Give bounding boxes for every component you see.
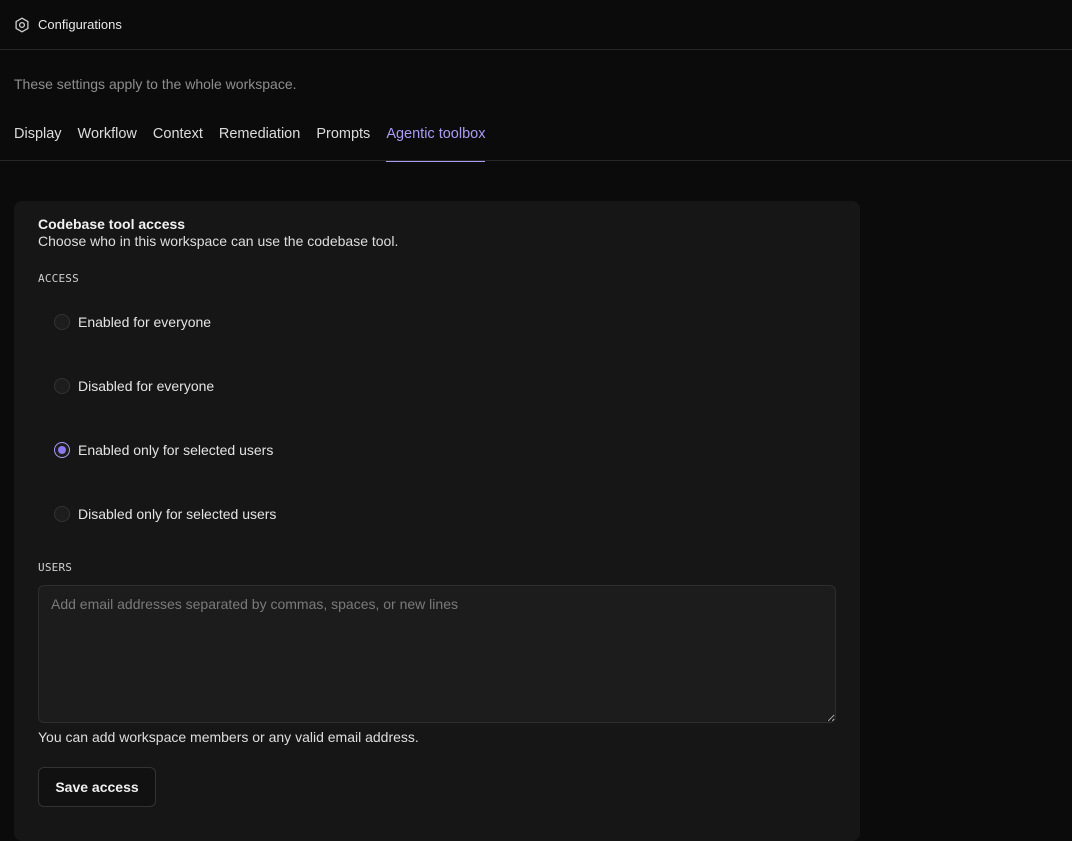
top-bar: Configurations <box>0 0 1072 50</box>
page-subtitle: These settings apply to the whole worksp… <box>14 76 297 92</box>
tab-agentic-toolbox[interactable]: Agentic toolbox <box>386 118 486 162</box>
tab-workflow[interactable]: Workflow <box>78 118 137 161</box>
access-section-label: ACCESS <box>38 272 79 285</box>
radio-enabled-selected-users[interactable]: Enabled only for selected users <box>54 440 273 460</box>
radio-enabled-everyone[interactable]: Enabled for everyone <box>54 312 211 332</box>
page-title: Configurations <box>38 17 122 32</box>
settings-hexagon-icon <box>14 17 30 33</box>
users-helper-text: You can add workspace members or any val… <box>38 729 419 745</box>
radio-disabled-everyone[interactable]: Disabled for everyone <box>54 376 214 396</box>
users-section-label: USERS <box>38 561 73 574</box>
radio-label: Enabled only for selected users <box>78 442 274 458</box>
radio-label: Disabled for everyone <box>78 378 215 394</box>
card-description: Choose who in this workspace can use the… <box>38 233 399 249</box>
radio-label: Disabled only for selected users <box>78 506 277 522</box>
radio-label: Enabled for everyone <box>78 314 212 330</box>
radio-button[interactable] <box>54 506 70 522</box>
tab-context[interactable]: Context <box>153 118 203 161</box>
radio-button[interactable] <box>54 314 70 330</box>
radio-button-checked[interactable] <box>54 442 70 458</box>
tab-remediation[interactable]: Remediation <box>219 118 300 161</box>
settings-tabs: Display Workflow Context Remediation Pro… <box>0 118 1072 162</box>
radio-button[interactable] <box>54 378 70 394</box>
users-email-input[interactable] <box>38 585 836 723</box>
tab-prompts[interactable]: Prompts <box>316 118 370 161</box>
codebase-tool-access-card: Codebase tool access Choose who in this … <box>14 201 860 841</box>
tab-display[interactable]: Display <box>14 118 62 161</box>
save-access-button[interactable]: Save access <box>38 767 156 807</box>
card-title: Codebase tool access <box>38 216 186 232</box>
radio-disabled-selected-users[interactable]: Disabled only for selected users <box>54 504 276 524</box>
